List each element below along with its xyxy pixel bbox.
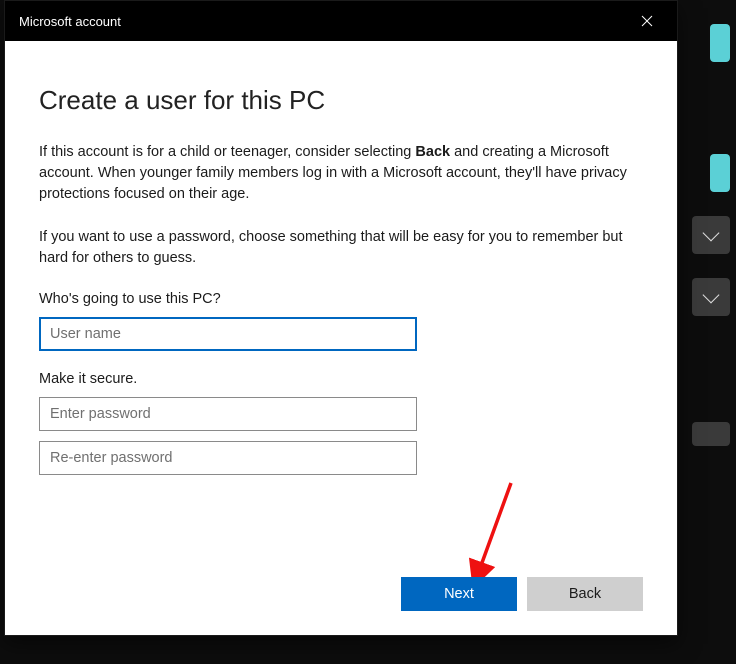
page-title: Create a user for this PC xyxy=(39,85,643,116)
bg-tile xyxy=(710,24,730,62)
username-field[interactable] xyxy=(39,317,417,351)
reenter-password-field[interactable] xyxy=(39,441,417,475)
who-label: Who's going to use this PC? xyxy=(39,291,643,307)
bg-expand-tile[interactable] xyxy=(692,216,730,254)
bg-expand-tile[interactable] xyxy=(692,278,730,316)
dialog-footer: Next Back xyxy=(401,577,643,611)
window-title: Microsoft account xyxy=(19,14,627,29)
dialog-content: Create a user for this PC If this accoun… xyxy=(5,41,677,635)
chevron-down-icon xyxy=(703,287,720,304)
password-field[interactable] xyxy=(39,397,417,431)
close-button[interactable] xyxy=(627,1,667,41)
intro-paragraph-1: If this account is for a child or teenag… xyxy=(39,142,643,205)
close-icon xyxy=(641,15,653,27)
chevron-down-icon xyxy=(703,225,720,242)
titlebar: Microsoft account xyxy=(5,1,677,41)
back-button[interactable]: Back xyxy=(527,577,643,611)
microsoft-account-dialog: Microsoft account Create a user for this… xyxy=(4,0,678,636)
secure-label: Make it secure. xyxy=(39,371,643,387)
bg-tile xyxy=(710,154,730,192)
intro-paragraph-2: If you want to use a password, choose so… xyxy=(39,227,643,269)
next-button[interactable]: Next xyxy=(401,577,517,611)
background-panel xyxy=(686,0,736,664)
intro-bold: Back xyxy=(415,144,450,160)
intro-text-a: If this account is for a child or teenag… xyxy=(39,144,415,160)
bg-tile xyxy=(692,422,730,446)
